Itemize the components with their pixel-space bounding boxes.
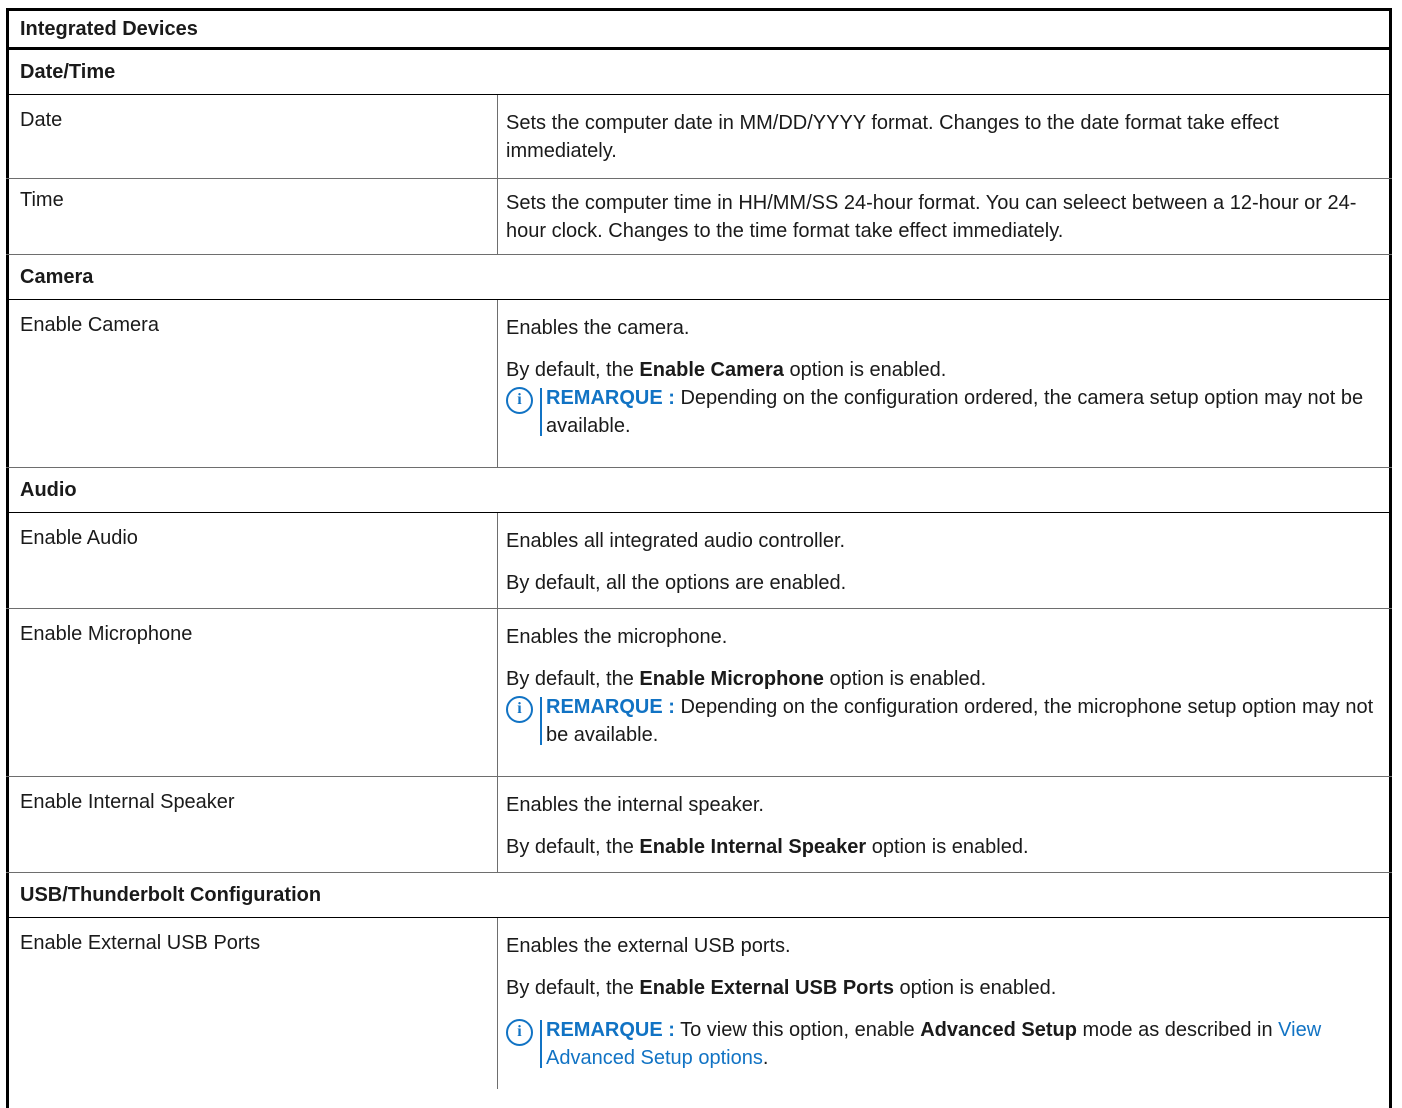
default-text: By default, the Enable Camera option is … <box>506 359 947 381</box>
info-icon: i <box>506 1019 533 1046</box>
setting-description: Enables the microphone. By default, the … <box>506 623 1376 749</box>
column-divider <box>497 918 498 1089</box>
column-divider <box>497 513 498 608</box>
setting-description: Enables the camera. By default, the Enab… <box>506 314 1376 440</box>
column-divider <box>497 609 498 776</box>
default-text: By default, the Enable External USB Port… <box>506 977 1057 999</box>
setting-description: Enables the internal speaker. By default… <box>506 791 1376 861</box>
column-divider <box>497 179 498 254</box>
note-bar <box>540 697 542 745</box>
default-text: By default, the Enable Microphone option… <box>506 668 987 690</box>
note-tag: REMARQUE : <box>546 387 675 409</box>
option-name: Enable Internal Speaker <box>639 836 867 858</box>
section-audio-title: Audio <box>20 478 77 501</box>
description-text: Enables all integrated audio controller. <box>506 530 846 552</box>
table-row-speaker: Enable Internal Speaker Enables the inte… <box>6 777 1392 873</box>
table-row-camera: Enable Camera Enables the camera. By def… <box>6 300 1392 468</box>
description-text: Sets the computer date in MM/DD/YYYY for… <box>506 112 1279 162</box>
description-text: Sets the computer time in HH/MM/SS 24-ho… <box>506 192 1357 242</box>
default-text: By default, all the options are enabled. <box>506 572 847 594</box>
section-camera: Camera <box>6 255 1392 300</box>
note-bar <box>540 388 542 436</box>
table-row-audio: Enable Audio Enables all integrated audi… <box>6 513 1392 609</box>
info-icon: i <box>506 387 533 414</box>
table-row-time: Time Sets the computer time in HH/MM/SS … <box>6 179 1392 255</box>
description-text: Enables the camera. <box>506 317 690 339</box>
setting-description: Enables all integrated audio controller.… <box>506 527 1376 597</box>
note-block: i REMARQUE : To view this option, enable… <box>506 1016 1376 1072</box>
setting-label: Enable Camera <box>20 314 159 336</box>
column-divider <box>497 95 498 178</box>
column-divider <box>497 777 498 872</box>
description-text: Enables the microphone. <box>506 626 728 648</box>
table-title: Integrated Devices <box>6 11 1392 50</box>
option-name: Enable Camera <box>639 359 784 381</box>
table-row-usb-ports: Enable External USB Ports Enables the ex… <box>6 918 1392 1089</box>
info-icon: i <box>506 696 533 723</box>
section-datetime: Date/Time <box>6 50 1392 95</box>
table-row-microphone: Enable Microphone Enables the microphone… <box>6 609 1392 777</box>
note-block: i REMARQUE : Depending on the configurat… <box>506 384 1376 440</box>
setting-description: Sets the computer date in MM/DD/YYYY for… <box>506 109 1376 165</box>
section-usb-title: USB/Thunderbolt Configuration <box>20 883 322 906</box>
default-text: By default, the Enable Internal Speaker … <box>506 836 1029 858</box>
note-tag: REMARQUE : <box>546 696 675 718</box>
setting-description: Enables the external USB ports. By defau… <box>506 932 1376 1072</box>
setting-label: Enable External USB Ports <box>20 932 261 954</box>
table-title-text: Integrated Devices <box>20 17 198 40</box>
note-block: i REMARQUE : Depending on the configurat… <box>506 693 1376 749</box>
option-name: Enable Microphone <box>639 668 824 690</box>
section-datetime-title: Date/Time <box>20 60 116 83</box>
section-audio: Audio <box>6 468 1392 513</box>
setting-label: Enable Internal Speaker <box>20 791 235 813</box>
section-camera-title: Camera <box>20 265 94 288</box>
column-divider <box>497 300 498 467</box>
section-usb: USB/Thunderbolt Configuration <box>6 873 1392 918</box>
setting-description: Sets the computer time in HH/MM/SS 24-ho… <box>506 189 1376 245</box>
description-text: Enables the internal speaker. <box>506 794 764 816</box>
table-row-date: Date Sets the computer date in MM/DD/YYY… <box>6 95 1392 179</box>
note-bar <box>540 1020 542 1068</box>
option-name: Enable External USB Ports <box>639 977 894 999</box>
setting-label: Time <box>20 189 64 211</box>
setting-label: Date <box>20 109 63 131</box>
setting-label: Enable Audio <box>20 527 138 549</box>
setting-label: Enable Microphone <box>20 623 193 645</box>
note-tag: REMARQUE : <box>546 1019 675 1041</box>
note-emphasis: Advanced Setup <box>920 1019 1077 1041</box>
description-text: Enables the external USB ports. <box>506 935 791 957</box>
